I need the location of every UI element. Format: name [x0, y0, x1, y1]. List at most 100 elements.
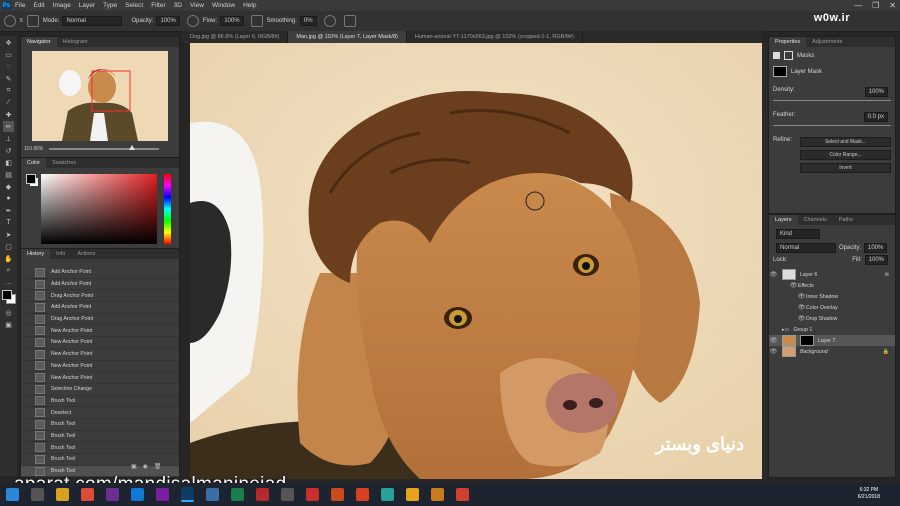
start-icon[interactable]	[6, 488, 19, 501]
visibility-eye-icon[interactable]: 👁	[789, 282, 798, 289]
visibility-eye-icon[interactable]: 👁	[797, 315, 806, 322]
app-icon[interactable]	[206, 488, 219, 501]
feather-slider[interactable]	[773, 125, 891, 126]
menu-layer[interactable]: Layer	[79, 2, 95, 9]
blur-tool-icon[interactable]: ◆	[3, 181, 14, 192]
menu-select[interactable]: Select	[125, 2, 143, 9]
snapshot-icon[interactable]: ◉	[143, 463, 148, 470]
tab-layers[interactable]: Layers	[769, 215, 798, 225]
pressure-size-icon[interactable]	[343, 15, 356, 27]
navigator-zoom-value[interactable]: 110.96%	[24, 146, 43, 152]
visibility-eye-icon[interactable]: 👁	[769, 337, 778, 344]
opacity-input[interactable]: 100%	[156, 16, 180, 26]
history-item[interactable]: New Anchor Point	[21, 372, 179, 384]
layer-opacity-input[interactable]: 100%	[864, 243, 888, 253]
file-explorer-icon[interactable]	[56, 488, 69, 501]
eraser-tool-icon[interactable]: ◧	[3, 157, 14, 168]
effect-drop-shadow[interactable]: 👁 Drop Shadow	[769, 313, 895, 324]
visibility-eye-icon[interactable]: 👁	[769, 348, 778, 355]
layer-row-layer7[interactable]: 👁 Layer 7	[769, 335, 895, 346]
tab-actions[interactable]: Actions	[71, 251, 101, 257]
history-item[interactable]: Add Anchor Point	[21, 267, 179, 279]
smoothing-input[interactable]: 0%	[299, 16, 317, 26]
move-tool-icon[interactable]: ✥	[3, 37, 14, 48]
feather-input[interactable]: 0.0 px	[863, 112, 888, 122]
invert-button[interactable]: Invert	[800, 163, 891, 173]
airbrush-icon[interactable]	[250, 15, 263, 27]
type-tool-icon[interactable]: T	[3, 217, 14, 228]
screen-mode-icon[interactable]: ▣	[3, 319, 14, 330]
opera-icon[interactable]	[356, 488, 369, 501]
navigator-slider-handle[interactable]	[129, 145, 135, 150]
history-item[interactable]: Drag Anchor Point	[21, 314, 179, 326]
history-item[interactable]: Selection Change	[21, 384, 179, 396]
pen-tool-icon[interactable]: ✒	[3, 205, 14, 216]
minimize-button[interactable]: —	[854, 1, 862, 10]
filter-kind-dropdown[interactable]: Kind	[776, 229, 820, 239]
marquee-tool-icon[interactable]: ▭	[3, 49, 14, 60]
effect-inner-shadow[interactable]: 👁 Inner Shadow	[769, 291, 895, 302]
tab-swatches[interactable]: Swatches	[46, 160, 82, 166]
mode-dropdown[interactable]: Normal	[62, 16, 123, 26]
zoom-tool-icon[interactable]: ⌕	[3, 265, 14, 276]
app-icon[interactable]	[281, 488, 294, 501]
brush-preset-icon[interactable]	[4, 15, 16, 27]
app-icon[interactable]	[256, 488, 269, 501]
tab-channels[interactable]: Channels	[798, 217, 833, 223]
history-item[interactable]: Brush Tool	[21, 419, 179, 431]
history-item[interactable]: Add Anchor Point	[21, 302, 179, 314]
visibility-eye-icon[interactable]: 👁	[797, 293, 806, 300]
menu-help[interactable]: Help	[243, 2, 256, 9]
brush-tool-icon[interactable]: ✏	[3, 121, 14, 132]
dodge-tool-icon[interactable]: ●	[3, 193, 14, 204]
gear-icon[interactable]	[323, 15, 336, 27]
quick-select-tool-icon[interactable]: ✎	[3, 73, 14, 84]
history-item[interactable]: New Anchor Point	[21, 337, 179, 349]
trash-icon[interactable]: 🗑	[154, 463, 162, 470]
canvas-scrollbar[interactable]	[762, 43, 767, 479]
history-item[interactable]: Drag Anchor Point	[21, 290, 179, 303]
fx-icon[interactable]: fx	[885, 272, 889, 278]
history-item[interactable]: New Anchor Point	[21, 361, 179, 373]
history-item[interactable]: Brush Tool	[21, 431, 179, 443]
close-button[interactable]: ✕	[889, 1, 896, 10]
app-icon[interactable]	[431, 488, 444, 501]
history-item[interactable]: Brush Tool	[21, 442, 179, 454]
hand-tool-icon[interactable]: ✋	[3, 253, 14, 264]
app-icon[interactable]	[306, 488, 319, 501]
menu-image[interactable]: Image	[53, 2, 71, 9]
path-select-tool-icon[interactable]: ➤	[3, 229, 14, 240]
history-item[interactable]: Deselect	[21, 407, 179, 419]
shape-tool-icon[interactable]: ▢	[3, 241, 14, 252]
effect-color-overlay[interactable]: 👁 Color Overlay	[769, 302, 895, 313]
hue-slider[interactable]	[164, 174, 171, 244]
history-brush-tool-icon[interactable]: ↺	[3, 145, 14, 156]
navigator-thumbnail[interactable]	[32, 51, 168, 141]
navigator-zoom-slider[interactable]	[49, 145, 159, 150]
doc-tab-human-animal[interactable]: Human-animal-YT-1170x563.jpg @ 102% (cro…	[407, 31, 583, 43]
doc-tab-dog[interactable]: Dog.jpg @ 86.8% (Layer 6, RGB/8#)	[182, 31, 289, 43]
visibility-eye-icon[interactable]: 👁	[769, 271, 778, 278]
tab-properties[interactable]: Properties	[769, 37, 807, 47]
tab-color[interactable]: Color	[21, 158, 47, 168]
clone-stamp-tool-icon[interactable]: ⊥	[3, 133, 14, 144]
app-icon[interactable]	[231, 488, 244, 501]
history-item[interactable]: New Anchor Point	[21, 325, 179, 338]
tab-paths[interactable]: Paths	[833, 217, 859, 223]
lasso-tool-icon[interactable]: ◌	[3, 61, 14, 72]
search-icon[interactable]	[31, 488, 44, 501]
crop-tool-icon[interactable]: ⌗	[3, 85, 14, 96]
tab-adjustments[interactable]: Adjustments	[806, 39, 848, 45]
app-icon[interactable]	[381, 488, 394, 501]
menu-3d[interactable]: 3D	[174, 2, 182, 9]
color-fg-swatch[interactable]	[26, 174, 36, 184]
menu-filter[interactable]: Filter	[151, 2, 165, 9]
color-range-button[interactable]: Color Range...	[800, 150, 891, 160]
density-slider[interactable]	[773, 100, 891, 101]
pressure-opacity-icon[interactable]	[186, 15, 199, 27]
blend-mode-dropdown[interactable]: Normal	[776, 243, 836, 253]
layer-row-group1[interactable]: ▸▭ Group 1	[769, 324, 895, 335]
eyedropper-tool-icon[interactable]: ⁄	[3, 97, 14, 108]
menu-file[interactable]: File	[15, 2, 25, 9]
gradient-tool-icon[interactable]: ▤	[3, 169, 14, 180]
